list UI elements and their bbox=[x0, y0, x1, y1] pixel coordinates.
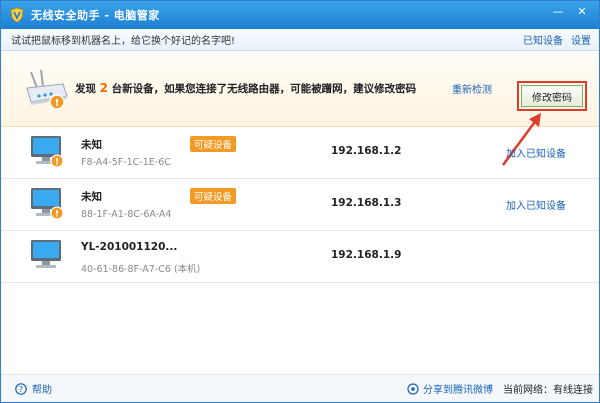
suspicious-badge: 可疑设备 bbox=[190, 188, 237, 204]
change-password-button[interactable]: 修改密码 bbox=[521, 85, 583, 107]
add-known-device-link[interactable]: 加入已知设备 bbox=[506, 145, 566, 160]
tip-bar: 试试把鼠标移到机器名上，给它换个好记的名字吧! 已知设备 设置 bbox=[1, 29, 599, 51]
device-ip: 192.168.1.3 bbox=[331, 197, 402, 209]
tip-text: 试试把鼠标移到机器名上，给它换个好记的名字吧! bbox=[11, 36, 236, 47]
title-bar[interactable]: 无线安全助手 - 电脑管家 — ✕ bbox=[1, 1, 599, 29]
computer-icon: ! bbox=[31, 136, 64, 168]
app-window: 无线安全助手 - 电脑管家 — ✕ 试试把鼠标移到机器名上，给它换个好记的名字吧… bbox=[0, 0, 600, 403]
device-ip: 192.168.1.9 bbox=[331, 249, 402, 261]
svg-text:?: ? bbox=[19, 385, 23, 394]
device-mac: 40-61-86-8F-A7-C6 (本机) bbox=[81, 264, 201, 275]
device-name[interactable]: 未知 bbox=[81, 137, 102, 152]
device-row: ! 未知 可疑设备 88-1F-A1-8C-6A-A4 192.168.1.3 … bbox=[1, 179, 599, 231]
weibo-icon bbox=[407, 382, 419, 395]
footer-bar: ? 帮助 分享到腾讯微博 当前网络：有线连接 bbox=[1, 374, 599, 402]
help-icon: ? bbox=[15, 382, 27, 395]
svg-text:!: ! bbox=[55, 158, 59, 168]
window-title: 无线安全助手 - 电脑管家 bbox=[31, 9, 160, 22]
alert-prefix: 发现 bbox=[75, 83, 96, 95]
svg-text:!: ! bbox=[55, 210, 59, 220]
alert-banner: ! 发现 2 台新设备，如果您连接了无线路由器，可能被蹭网，建议修改密码 重新检… bbox=[1, 51, 599, 127]
network-status: 当前网络：有线连接 bbox=[503, 385, 593, 396]
settings-link[interactable]: 设置 bbox=[571, 32, 591, 47]
minimize-button[interactable]: — bbox=[547, 1, 569, 21]
add-known-device-link[interactable]: 加入已知设备 bbox=[506, 197, 566, 212]
tipbar-links: 已知设备 设置 bbox=[523, 32, 591, 47]
suspicious-badge: 可疑设备 bbox=[190, 136, 237, 152]
device-list: ! 未知 可疑设备 F8-A4-5F-1C-1E-6C 192.168.1.2 … bbox=[1, 127, 599, 283]
device-name[interactable]: 未知 bbox=[81, 189, 102, 204]
help-link[interactable]: ? 帮助 bbox=[15, 381, 52, 396]
known-devices-link[interactable]: 已知设备 bbox=[523, 32, 563, 47]
rescan-link[interactable]: 重新检测 bbox=[452, 81, 492, 96]
router-icon: ! bbox=[26, 69, 68, 110]
device-mac: 88-1F-A1-8C-6A-A4 bbox=[81, 209, 172, 220]
svg-text:!: ! bbox=[55, 98, 60, 109]
window-controls: — ✕ bbox=[547, 1, 593, 21]
share-label[interactable]: 分享到腾讯微博 bbox=[423, 381, 493, 396]
new-device-count: 2 bbox=[99, 81, 109, 95]
footer-right: 分享到腾讯微博 当前网络：有线连接 bbox=[407, 381, 593, 396]
share-weibo-link[interactable]: 分享到腾讯微博 bbox=[407, 381, 493, 396]
alert-suffix: 台新设备，如果您连接了无线路由器，可能被蹭网，建议修改密码 bbox=[111, 83, 417, 95]
device-row: ! 未知 可疑设备 F8-A4-5F-1C-1E-6C 192.168.1.2 … bbox=[1, 127, 599, 179]
alert-message: 发现 2 台新设备，如果您连接了无线路由器，可能被蹭网，建议修改密码 bbox=[75, 81, 416, 96]
close-button[interactable]: ✕ bbox=[571, 1, 593, 21]
change-password-highlight: 修改密码 bbox=[517, 81, 587, 111]
device-ip: 192.168.1.2 bbox=[331, 145, 402, 157]
help-label[interactable]: 帮助 bbox=[32, 381, 52, 396]
device-name[interactable]: YL-201001120... bbox=[81, 241, 177, 253]
device-mac: F8-A4-5F-1C-1E-6C bbox=[81, 157, 171, 168]
computer-icon bbox=[31, 240, 61, 268]
device-row: YL-201001120... 40-61-86-8F-A7-C6 (本机) 1… bbox=[1, 231, 599, 283]
shield-v-icon bbox=[10, 7, 24, 23]
computer-icon: ! bbox=[31, 188, 64, 220]
